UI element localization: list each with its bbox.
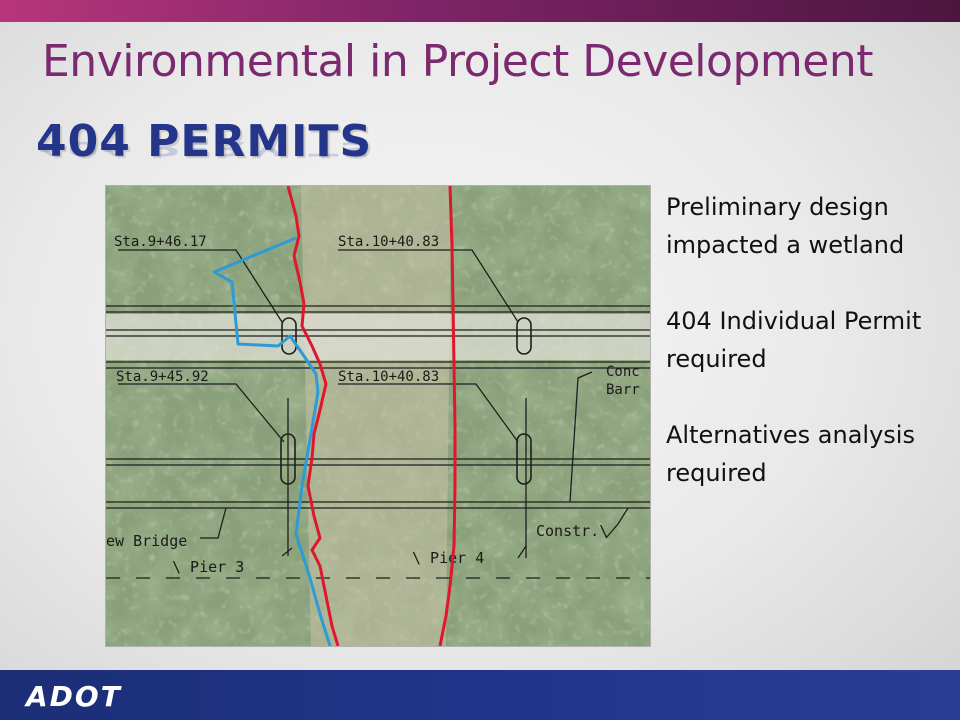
slide-subtitle: 404 PERMITS <box>36 116 373 167</box>
sta-label-top-right: Sta.10+40.83 <box>338 234 439 250</box>
slide-title: Environmental in Project Development <box>42 36 873 87</box>
road-deck-band <box>106 314 650 360</box>
sta-label-top-left: Sta.9+46.17 <box>114 234 207 250</box>
sta-label-mid-right: Sta.10+40.83 <box>338 369 439 385</box>
pier4-label: \ Pier 4 <box>412 549 484 567</box>
pier3-label: \ Pier 3 <box>172 558 244 576</box>
sta-label-mid-left: Sta.9+45.92 <box>116 369 209 385</box>
footer-bar: ADOT <box>0 670 960 720</box>
bullet-individual-permit: 404 Individual Permit required <box>666 307 922 373</box>
top-accent-bar <box>0 0 960 22</box>
wetland-plan-image: Sta.9+46.17 Sta.10+40.83 Sta.9+45.92 Sta… <box>106 186 650 646</box>
bullet-alternatives-analysis: Alternatives analysis required <box>666 421 915 487</box>
conc-label: Conc <box>606 364 640 380</box>
adot-logo: ADOT <box>26 680 122 713</box>
bullet-list: Preliminary design impacted a wetland 40… <box>666 188 946 530</box>
new-bridge-label: ew Bridge <box>106 532 187 550</box>
subtitle-block: 404 PERMITS 404 PERMITS <box>36 116 372 167</box>
constr-label: Constr.\ <box>536 522 608 540</box>
barr-label: Barr <box>606 382 640 398</box>
bullet-wetland-impact: Preliminary design impacted a wetland <box>666 193 905 259</box>
